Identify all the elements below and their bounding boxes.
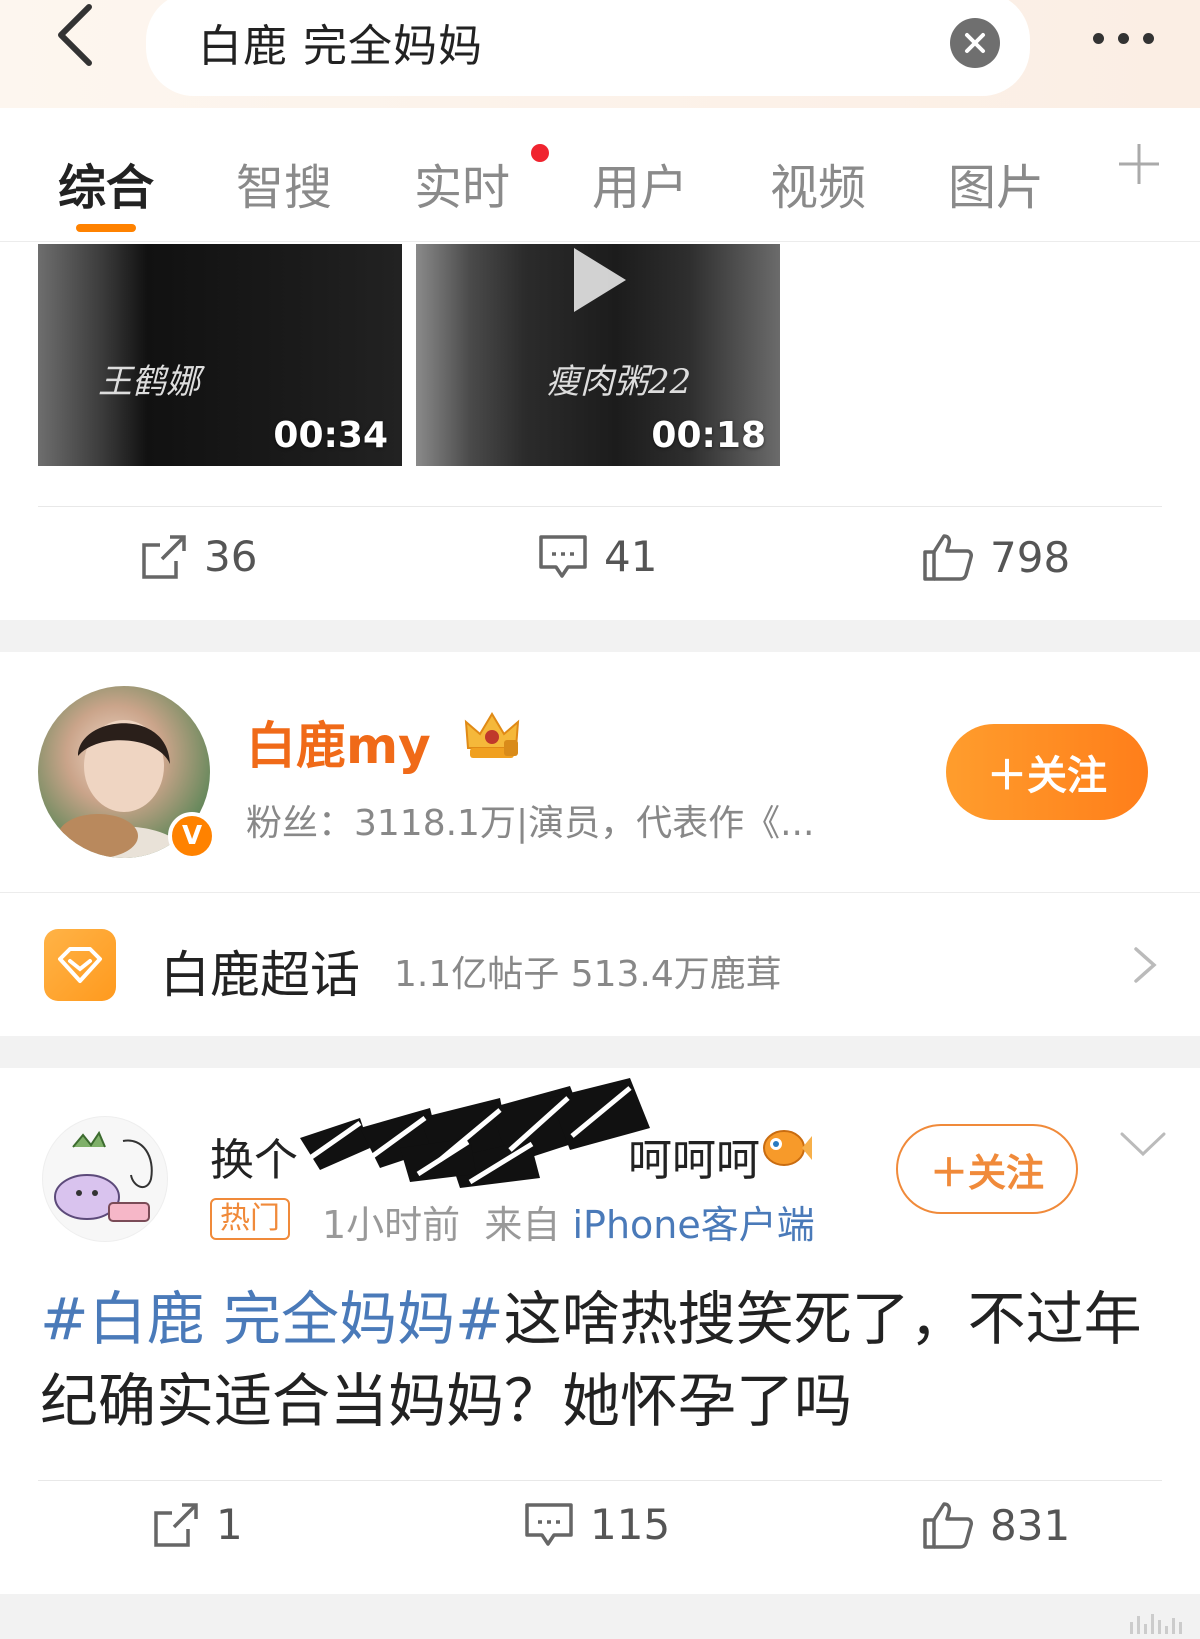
post-meta: 1小时前 来自 iPhone客户端: [322, 1203, 815, 1247]
more-dot-icon: [1092, 32, 1104, 44]
like-count: 831: [990, 1500, 1071, 1550]
like-count: 798: [990, 532, 1071, 582]
video-post-card: 王鹤娜 00:34 瘦肉粥22 00:18 36 41 798: [0, 242, 1200, 620]
tab-users[interactable]: 用户: [592, 148, 688, 218]
video-watermark: 瘦肉粥22: [546, 362, 692, 402]
share-icon: [154, 1502, 198, 1547]
follow-button[interactable]: ＋关注: [946, 724, 1148, 820]
search-box[interactable]: 白鹿 完全妈妈: [146, 0, 1030, 96]
tab-images[interactable]: 图片: [948, 148, 1044, 218]
clear-search-button[interactable]: [950, 18, 1000, 68]
avatar-image: [54, 1130, 153, 1222]
more-options-button[interactable]: [1068, 18, 1178, 58]
chevron-right-icon: [1134, 947, 1157, 983]
search-tabs: 综合 智搜 实时 用户 视频 图片: [0, 108, 1200, 242]
comment-count: 41: [604, 532, 658, 581]
redaction-scribble: [300, 1078, 650, 1188]
hashtag-link[interactable]: #白鹿 完全妈妈#: [40, 1285, 504, 1353]
thumbs-up-icon: [923, 534, 973, 581]
tab-comprehensive[interactable]: 综合: [58, 148, 154, 218]
video-duration: 00:18: [651, 415, 766, 456]
like-button[interactable]: 831: [922, 1500, 1070, 1550]
post-source[interactable]: iPhone客户端: [572, 1203, 814, 1247]
repost-button[interactable]: 1: [152, 1500, 243, 1549]
more-dot-icon: [1142, 32, 1154, 44]
divider: [38, 506, 1162, 507]
search-input[interactable]: 白鹿 完全妈妈: [198, 10, 483, 74]
tab-videos[interactable]: 视频: [770, 148, 866, 218]
comment-button[interactable]: 115: [524, 1500, 670, 1549]
more-dot-icon: [1117, 32, 1129, 44]
verified-badge-icon: V: [168, 812, 216, 860]
super-topic-stats: 1.1亿帖子 513.4万鹿茸: [394, 954, 782, 995]
follow-button[interactable]: ＋关注: [896, 1124, 1078, 1214]
video-thumbnail[interactable]: 瘦肉粥22 00:18: [416, 244, 780, 466]
video-watermark: 王鹤娜: [98, 362, 200, 402]
new-indicator-dot: [531, 144, 549, 162]
super-topic-name: 白鹿超话: [160, 946, 360, 1004]
repost-count: 36: [204, 532, 258, 581]
comment-icon: [539, 534, 587, 578]
thumbs-up-icon: [923, 1502, 973, 1549]
active-tab-indicator: [76, 224, 136, 232]
post-card: 换个 呵呵呵 热门 1小时前 来自 iPhone客户端 ＋关注 #白鹿 完全妈妈#…: [0, 1068, 1200, 1594]
comment-icon: [525, 1502, 573, 1546]
comment-count: 115: [590, 1500, 671, 1549]
divider: [38, 1480, 1162, 1481]
fish-emoji-icon: [763, 1130, 812, 1166]
back-button[interactable]: [40, 0, 110, 70]
chevron-down-icon[interactable]: [1118, 1130, 1168, 1160]
post-body: #白鹿 完全妈妈#这啥热搜笑死了，不过年纪确实适合当妈妈？她怀孕了吗: [40, 1278, 1160, 1442]
add-tab-icon[interactable]: [1117, 142, 1161, 186]
super-topic-icon: [44, 929, 116, 1001]
close-icon: [965, 33, 985, 53]
repost-count: 1: [216, 1500, 243, 1549]
comment-button[interactable]: 41: [538, 532, 657, 581]
user-bio: 粉丝：3118.1万|演员，代表作《...: [246, 803, 815, 844]
video-duration: 00:34: [273, 415, 388, 456]
play-icon: [574, 248, 626, 312]
like-button[interactable]: 798: [922, 532, 1070, 582]
user-result-card: V 白鹿my 粉丝：3118.1万|演员，代表作《... ＋关注 白鹿超话 1.…: [0, 652, 1200, 1036]
search-header: 白鹿 完全妈妈: [0, 0, 1200, 108]
avatar[interactable]: [42, 1116, 168, 1242]
watermark-icon: [1130, 1612, 1188, 1634]
share-icon: [142, 534, 186, 579]
video-thumbnail[interactable]: 王鹤娜 00:34: [38, 244, 402, 466]
hot-badge: 热门: [210, 1198, 290, 1240]
tab-realtime[interactable]: 实时: [414, 148, 510, 218]
user-name[interactable]: 白鹿my: [246, 706, 431, 778]
repost-button[interactable]: 36: [140, 532, 257, 581]
chevron-left-icon: [58, 4, 92, 66]
tab-smart-search[interactable]: 智搜: [236, 148, 332, 218]
super-topic-row[interactable]: 白鹿超话 1.1亿帖子 513.4万鹿茸: [0, 892, 1200, 1036]
crown-badge-icon: [464, 712, 520, 758]
bottom-gap: [0, 1594, 1200, 1639]
